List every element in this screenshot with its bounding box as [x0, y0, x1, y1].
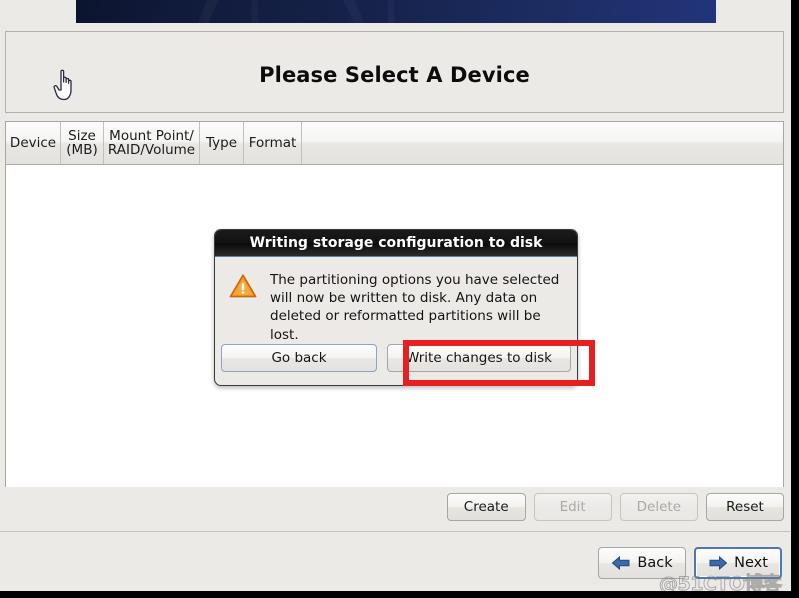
dialog-message: The partitioning options you have select…	[270, 272, 560, 343]
table-header-format[interactable]: Format	[244, 122, 302, 164]
title-panel: Please Select A Device	[5, 31, 784, 113]
go-back-button[interactable]: Go back	[221, 344, 378, 372]
footer-divider	[0, 531, 791, 532]
next-button-label: Next	[734, 555, 768, 571]
bottom-edge-chrome	[0, 591, 799, 598]
back-button-label: Back	[637, 555, 673, 571]
installer-window: Please Select A Device Device Size (MB) …	[0, 0, 791, 591]
device-action-buttons: Create Edit Delete Reset	[5, 492, 784, 522]
page-title: Please Select A Device	[259, 63, 530, 87]
hand-pointer-cursor	[52, 68, 78, 102]
table-header-filler	[302, 122, 783, 164]
delete-button: Delete	[619, 493, 698, 521]
arrow-right-icon	[708, 555, 728, 571]
highlight-annotation-rectangle	[403, 340, 595, 386]
right-edge-chrome	[791, 0, 799, 598]
warning-triangle-icon	[229, 273, 257, 344]
edit-button: Edit	[533, 493, 612, 521]
back-button[interactable]: Back	[598, 547, 686, 579]
create-button[interactable]: Create	[446, 493, 526, 521]
dialog-body: The partitioning options you have select…	[215, 257, 577, 344]
table-header-size[interactable]: Size (MB)	[61, 122, 104, 164]
arrow-left-icon	[611, 555, 631, 571]
table-header-row: Device Size (MB) Mount Point/ RAID/Volum…	[6, 122, 783, 165]
reset-button[interactable]: Reset	[706, 493, 784, 521]
navigation-buttons: Back Next	[598, 547, 782, 579]
table-header-mount-point[interactable]: Mount Point/ RAID/Volume	[104, 122, 200, 164]
table-header-type[interactable]: Type	[200, 122, 244, 164]
table-header-device[interactable]: Device	[6, 122, 61, 164]
dialog-title: Writing storage configuration to disk	[215, 230, 577, 257]
anaconda-banner	[76, 0, 716, 23]
next-button[interactable]: Next	[694, 547, 782, 579]
